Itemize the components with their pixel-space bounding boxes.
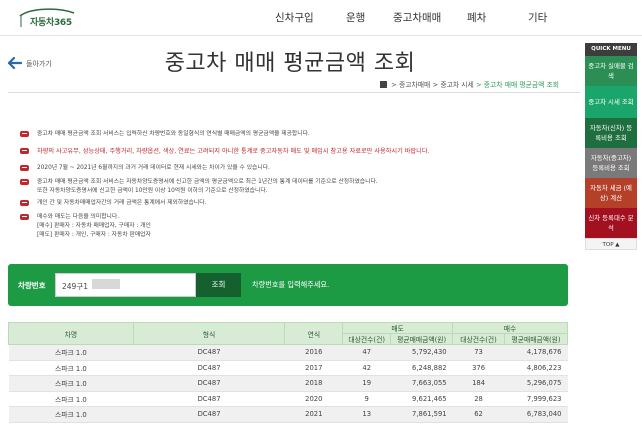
cell-sell-count: 47 <box>342 344 391 361</box>
cell-model: 스파크 1.0 <box>8 391 134 407</box>
nav-driving[interactable]: 운행 <box>346 10 365 25</box>
scroll-top-button[interactable]: TOP ▲ <box>585 238 637 250</box>
site-logo[interactable]: 자동차365 <box>18 7 76 29</box>
masked-digits <box>92 279 120 289</box>
cell-year: 2016 <box>284 344 343 361</box>
price-table: 차명 형식 연식 매도 매수 대상건수(건) 평균매매금액(원) 대상건수(건)… <box>8 322 568 423</box>
cell-sell-count: 13 <box>342 406 391 423</box>
breadcrumb-item[interactable]: > 중고차매매 <box>391 81 430 89</box>
cell-buy-avg: 5,296,075 <box>504 375 568 392</box>
notice-text: 개인 간 및 자동차매매업자간의 거래 금액은 통계에서 제외하였습니다. <box>37 200 207 206</box>
cell-year: 2017 <box>284 360 343 376</box>
col-model: 차명 <box>8 322 134 345</box>
quick-menu-item[interactable]: 자동차 세금 (예상) 계산 <box>585 178 637 208</box>
breadcrumb: > 중고차매매 > 중고차 시세 > 중고차 매매 평균금액 조회 <box>380 79 572 89</box>
quick-menu: QUICK MENU 중고차 실매물 검색 중고차 시세 조회 자동차(신차) … <box>585 43 637 250</box>
cell-sell-avg: 9,621,465 <box>390 391 453 407</box>
cell-sell-avg: 5,792,430 <box>390 344 453 361</box>
notice-bullet-icon <box>20 165 29 171</box>
search-button[interactable]: 조회 <box>196 273 241 297</box>
nav-used-car[interactable]: 중고차매매 <box>393 10 441 25</box>
cell-type: DC487 <box>133 344 285 361</box>
cell-type: DC487 <box>133 391 285 407</box>
col-sell-avg: 평균매매금액(원) <box>390 333 454 345</box>
site-header: 자동차365 신차구입 운행 중고차매매 폐차 기타 <box>0 0 642 36</box>
search-bar: 차량번호 249구1 조회 차량번호를 입력해주세요. <box>8 264 568 306</box>
cell-sell-count: 42 <box>342 360 391 376</box>
notice-bullet-icon <box>20 200 29 206</box>
cell-buy-avg: 4,806,223 <box>504 360 568 376</box>
notice-bullet-icon <box>20 179 29 185</box>
nav-etc[interactable]: 기타 <box>528 10 547 25</box>
notice-line: 중고차 매매 평균금액 조회 서비스는 자동차양도증명서에 신고한 금액의 평균… <box>37 179 378 185</box>
cell-year: 2021 <box>284 406 343 423</box>
notice-line: [매도] 판매자 : 개인, 구매자 : 자동차 판매업자 <box>37 232 151 238</box>
breadcrumb-current: > 중고차 매매 평균금액 조회 <box>475 81 560 89</box>
quick-menu-item[interactable]: 신차 등록대수 분석 <box>585 208 637 238</box>
notice-line: 매수와 매도는 다음을 의미합니다. <box>37 214 120 220</box>
quick-menu-item[interactable]: 중고차 실매물 검색 <box>585 56 637 86</box>
divider <box>8 92 580 93</box>
table-row: 스파크 1.0 DC487 2021 13 7,861,591 62 6,783,040 <box>8 406 568 423</box>
breadcrumb-item[interactable]: > 중고차 시세 <box>432 81 473 89</box>
plate-label: 차량번호 <box>18 281 46 290</box>
quick-menu-item[interactable]: 중고차 시세 조회 <box>585 86 637 118</box>
home-icon[interactable] <box>380 81 387 88</box>
notice-text: 매수와 매도는 다음을 의미합니다. [매수] 판매자 : 자동차 매매업자, … <box>37 213 151 240</box>
cell-model: 스파크 1.0 <box>8 344 134 361</box>
cell-sell-count: 19 <box>342 375 391 392</box>
cell-buy-avg: 7,999,623 <box>504 391 568 407</box>
notice-text: 2020년 7월 ~ 2021년 6월까지의 과거 거래 데이터로 현재 시세와… <box>37 165 270 171</box>
nav-scrap[interactable]: 폐차 <box>467 10 486 25</box>
cell-buy-count: 28 <box>452 391 505 407</box>
table-row: 스파크 1.0 DC487 2018 19 7,663,055 184 5,296,075 <box>8 375 568 392</box>
col-buy-avg: 평균매매금액(원) <box>504 333 568 345</box>
col-year: 연식 <box>284 322 344 345</box>
cell-year: 2020 <box>284 391 343 407</box>
notice-bullet-icon <box>20 214 29 220</box>
cell-type: DC487 <box>133 375 285 392</box>
cell-type: DC487 <box>133 406 285 423</box>
notice-bullet-icon <box>20 131 29 137</box>
cell-buy-avg: 6,783,040 <box>504 406 568 423</box>
table-row: 스파크 1.0 DC487 2017 42 6,248,882 376 4,806,223 <box>8 360 568 376</box>
cell-buy-count: 184 <box>452 375 505 392</box>
notice-text-warning: 차량의 사고유무, 성능상태, 주행거리, 차량옵션, 색상, 연료는 고려되지… <box>37 148 430 155</box>
col-type: 형식 <box>132 322 286 345</box>
quick-menu-item[interactable]: 자동차(중고차) 등록비용 조회 <box>585 148 637 178</box>
cell-sell-avg: 7,663,055 <box>390 375 453 392</box>
cell-buy-count: 73 <box>452 344 505 361</box>
plate-number-input[interactable]: 249구1 <box>55 273 196 297</box>
table-row: 스파크 1.0 DC487 2020 9 9,621,465 28 7,999,623 <box>8 391 568 407</box>
cell-model: 스파크 1.0 <box>8 375 134 392</box>
logo-text: 자동차365 <box>30 18 72 28</box>
notice-text: 중고차 매매 평균금액 조회 서비스는 자동차양도증명서에 신고한 금액의 평균… <box>37 178 378 196</box>
nav-new-car[interactable]: 신차구입 <box>275 10 314 25</box>
notice-line: 또한 자동차양도증명서에 신고한 금액이 10만원 이상 10억원 이하의 기준… <box>37 188 268 194</box>
cell-model: 스파크 1.0 <box>8 360 134 376</box>
notice-bullet-icon <box>20 148 29 154</box>
search-hint: 차량번호를 입력해주세요. <box>252 280 330 289</box>
cell-sell-avg: 7,861,591 <box>390 406 453 423</box>
notice-line: [매수] 판매자 : 자동차 매매업자, 구매자 : 개인 <box>37 223 151 229</box>
col-buy: 매수 <box>452 322 568 334</box>
notice-text: 중고차 매매 평균금액 조회 서비스는 입력하신 차량번호와 동일형식의 연식별… <box>37 131 310 137</box>
col-sell: 매도 <box>342 322 454 334</box>
col-buy-count: 대상건수(건) <box>452 333 505 345</box>
quick-menu-item[interactable]: 자동차(신차) 등록비용 조회 <box>585 118 637 148</box>
table-body: 스파크 1.0 DC487 2016 47 5,792,430 73 4,178,676 스파… <box>8 344 568 423</box>
cell-year: 2018 <box>284 375 343 392</box>
cell-model: 스파크 1.0 <box>8 406 134 423</box>
quick-menu-title: QUICK MENU <box>585 43 637 56</box>
cell-sell-count: 9 <box>342 391 391 407</box>
col-sell-count: 대상건수(건) <box>342 333 392 345</box>
table-row: 스파크 1.0 DC487 2016 47 5,792,430 73 4,178,676 <box>8 344 568 361</box>
cell-buy-count: 62 <box>452 406 505 423</box>
cell-buy-count: 376 <box>452 360 505 376</box>
cell-sell-avg: 6,248,882 <box>390 360 453 376</box>
cell-type: DC487 <box>133 360 285 376</box>
cell-buy-avg: 4,178,676 <box>504 344 568 361</box>
page-title: 중고차 매매 평균금액 조회 <box>164 51 416 76</box>
